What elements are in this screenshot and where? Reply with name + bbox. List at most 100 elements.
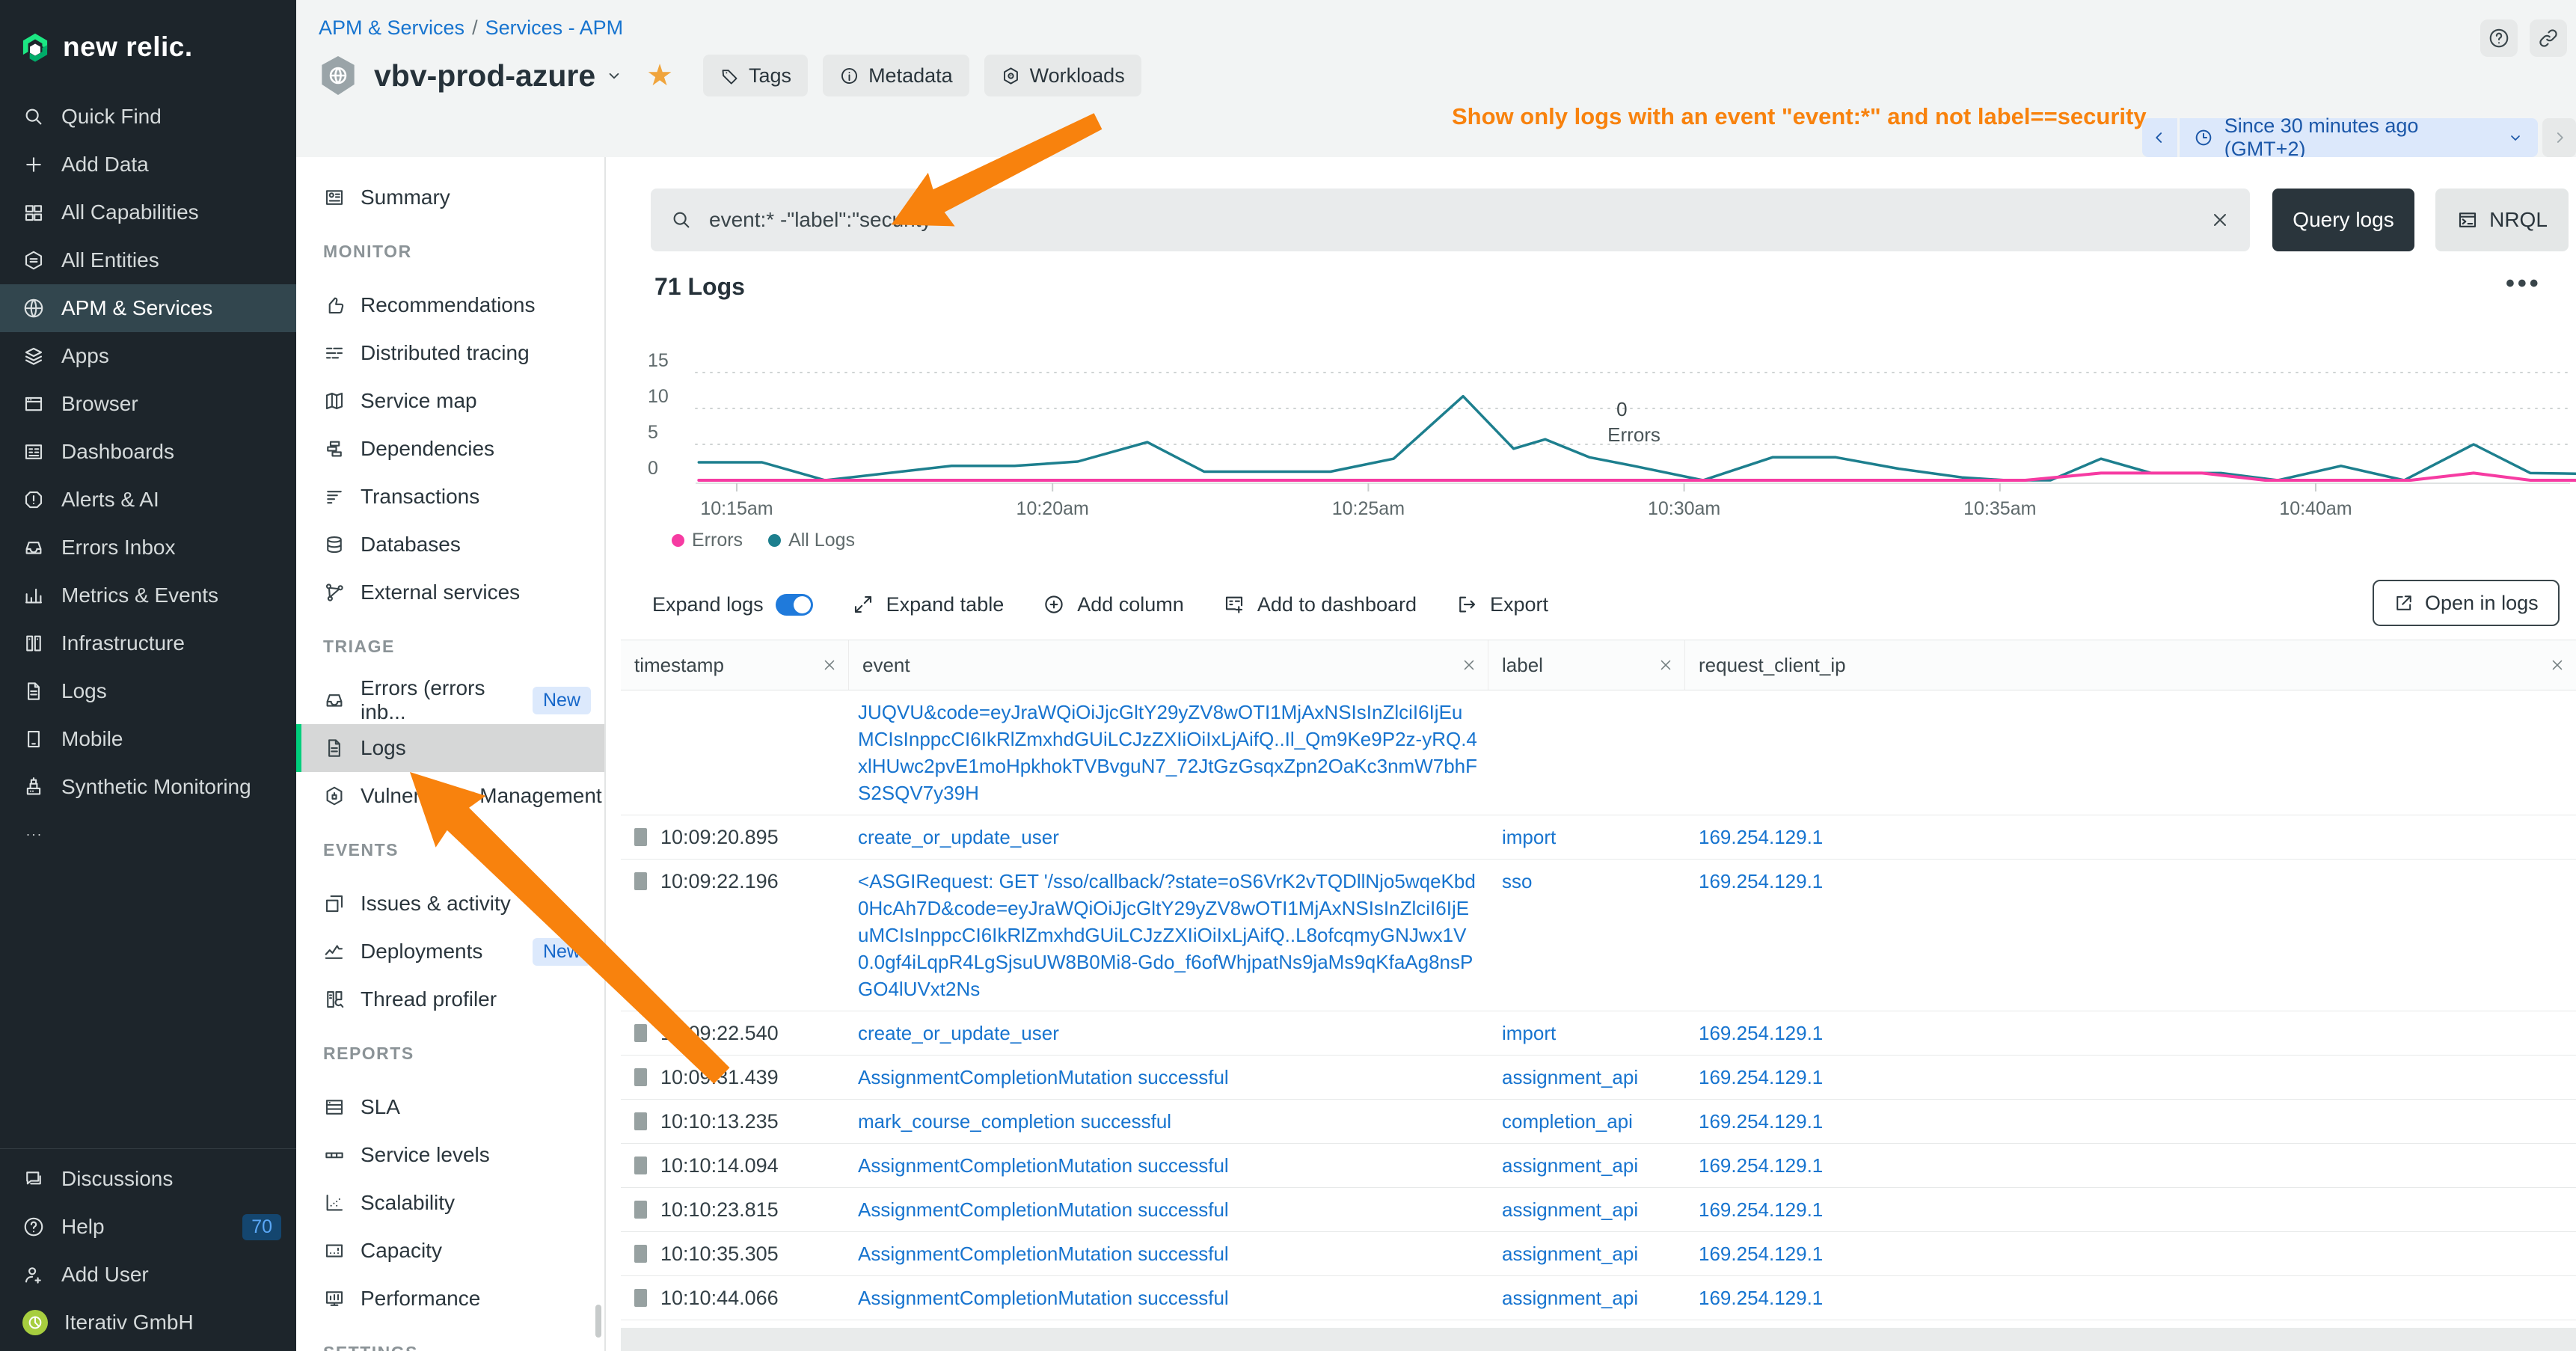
sidebar-item-performance[interactable]: Performance xyxy=(296,1275,604,1323)
panel-more-menu[interactable]: ••• xyxy=(2506,269,2542,298)
sidebar-item-recommendations[interactable]: Recommendations xyxy=(296,281,604,329)
table-row[interactable]: 10:10:13.235 mark_course_completion succ… xyxy=(621,1100,2576,1144)
table-row[interactable]: JUQVU&code=eyJraWQiOiJjcGltY29yZV8wOTI1M… xyxy=(621,690,2576,815)
global-nav-item-dashboards[interactable]: Dashboards xyxy=(0,428,296,476)
sidebar-item-dependencies[interactable]: Dependencies xyxy=(296,425,604,473)
label-link[interactable]: completion_api xyxy=(1502,1110,1633,1133)
ip-link[interactable]: 169.254.129.1 xyxy=(1699,1154,1823,1177)
label-link[interactable]: assignment_api xyxy=(1502,1154,1638,1177)
help-button[interactable] xyxy=(2480,19,2518,57)
table-row[interactable]: 10:09:22.540 create_or_update_user impor… xyxy=(621,1011,2576,1056)
legend-item-all-logs[interactable]: All Logs xyxy=(768,530,855,551)
ip-link[interactable]: 169.254.129.1 xyxy=(1699,1198,1823,1221)
sidebar-item-thread-profiler[interactable]: Thread profiler xyxy=(296,975,604,1023)
table-row[interactable]: 10:10:14.094 AssignmentCompletionMutatio… xyxy=(621,1144,2576,1188)
global-nav-item-metrics-events[interactable]: Metrics & Events xyxy=(0,572,296,619)
global-nav-item-iterativ-gmbh[interactable]: Iterativ GmbH xyxy=(0,1299,296,1347)
chip-metadata[interactable]: Metadata xyxy=(823,55,969,96)
event-link[interactable]: AssignmentCompletionMutation successful xyxy=(858,1066,1229,1088)
label-link[interactable]: import xyxy=(1502,1022,1556,1044)
chip-tags[interactable]: Tags xyxy=(703,55,808,96)
sidebar-item-databases[interactable]: Databases xyxy=(296,521,604,569)
label-link[interactable]: sso xyxy=(1502,870,1532,892)
favorite-star-icon[interactable]: ★ xyxy=(646,61,673,91)
sidebar-scrollbar[interactable] xyxy=(595,1305,601,1338)
open-in-logs-button[interactable]: Open in logs xyxy=(2373,580,2560,626)
time-forward-button[interactable] xyxy=(2542,118,2576,157)
sidebar-item-summary[interactable]: Summary xyxy=(296,174,604,221)
global-nav-item-errors-inbox[interactable]: Errors Inbox xyxy=(0,524,296,572)
breadcrumb-services-apm[interactable]: Services - APM xyxy=(485,16,624,39)
label-link[interactable]: import xyxy=(1502,826,1556,848)
sidebar-item-transactions[interactable]: Transactions xyxy=(296,473,604,521)
global-nav-item-help[interactable]: Help70 xyxy=(0,1203,296,1251)
global-nav-item-quick-find[interactable]: Quick Find xyxy=(0,93,296,141)
table-row[interactable]: 10:09:31.439 AssignmentCompletionMutatio… xyxy=(621,1056,2576,1100)
label-link[interactable]: assignment_api xyxy=(1502,1066,1638,1088)
breadcrumb-apm-services[interactable]: APM & Services xyxy=(319,16,464,39)
clear-query-button[interactable] xyxy=(2209,209,2230,230)
remove-column-icon[interactable] xyxy=(821,657,838,673)
new-relic-logo[interactable]: new relic. xyxy=(0,0,296,75)
ip-link[interactable]: 169.254.129.1 xyxy=(1699,870,1823,892)
export-button[interactable]: Export xyxy=(1456,593,1548,616)
label-link[interactable]: assignment_api xyxy=(1502,1287,1638,1309)
expand-table-button[interactable]: Expand table xyxy=(852,593,1005,616)
global-nav-item-all-capabilities[interactable]: All Capabilities xyxy=(0,189,296,236)
sidebar-item-deployments[interactable]: DeploymentsNew xyxy=(296,928,604,975)
sidebar-item-errors-errors-inb[interactable]: Errors (errors inb...New xyxy=(296,676,604,724)
label-link[interactable]: assignment_api xyxy=(1502,1198,1638,1221)
ip-link[interactable]: 169.254.129.1 xyxy=(1699,1110,1823,1133)
sidebar-item-vulnerability-management[interactable]: Vulnerability Management xyxy=(296,772,604,820)
sidebar-item-scalability[interactable]: Scalability xyxy=(296,1179,604,1227)
event-link[interactable]: JUQVU&code=eyJraWQiOiJjcGltY29yZV8wOTI1M… xyxy=(858,701,1477,804)
event-link[interactable]: create_or_update_user xyxy=(858,826,1059,848)
ip-link[interactable]: 169.254.129.1 xyxy=(1699,1022,1823,1044)
sidebar-item-sla[interactable]: SLA xyxy=(296,1083,604,1131)
event-link[interactable]: <ASGIRequest: GET '/sso/callback/?state=… xyxy=(858,870,1476,1000)
event-link[interactable]: AssignmentCompletionMutation successful xyxy=(858,1154,1229,1177)
global-nav-item-logs[interactable]: Logs xyxy=(0,667,296,715)
event-link[interactable]: AssignmentCompletionMutation successful xyxy=(858,1243,1229,1265)
global-nav-item-browser[interactable]: Browser xyxy=(0,380,296,428)
ip-link[interactable]: 169.254.129.1 xyxy=(1699,826,1823,848)
label-link[interactable]: assignment_api xyxy=(1502,1243,1638,1265)
event-link[interactable]: create_or_update_user xyxy=(858,1022,1059,1044)
time-back-button[interactable] xyxy=(2142,118,2177,157)
global-nav-item-apm-services[interactable]: APM & Services xyxy=(0,284,296,332)
sidebar-item-capacity[interactable]: Capacity xyxy=(296,1227,604,1275)
global-nav-item-alerts-ai[interactable]: Alerts & AI xyxy=(0,476,296,524)
event-link[interactable]: AssignmentCompletionMutation successful xyxy=(858,1287,1229,1309)
sidebar-item-service-levels[interactable]: Service levels xyxy=(296,1131,604,1179)
global-nav-item-mobile[interactable]: Mobile xyxy=(0,715,296,763)
chevron-down-icon[interactable] xyxy=(604,66,624,85)
sidebar-item-distributed-tracing[interactable]: Distributed tracing xyxy=(296,329,604,377)
event-link[interactable]: mark_course_completion successful xyxy=(858,1110,1171,1133)
expand-logs-toggle[interactable] xyxy=(776,594,813,616)
sidebar-item-service-map[interactable]: Service map xyxy=(296,377,604,425)
table-row[interactable]: 10:10:35.305 AssignmentCompletionMutatio… xyxy=(621,1232,2576,1276)
log-query-input[interactable] xyxy=(708,207,2195,233)
add-to-dashboard-button[interactable]: Add to dashboard xyxy=(1223,593,1417,616)
logs-timeseries-chart[interactable]: 05101510:15am10:20am10:25am10:30am10:35a… xyxy=(606,322,2576,569)
table-scroll-track[interactable] xyxy=(621,1328,2576,1351)
sidebar-item-external-services[interactable]: External services xyxy=(296,569,604,616)
remove-column-icon[interactable] xyxy=(2549,657,2566,673)
chip-workloads[interactable]: Workloads xyxy=(984,55,1141,96)
table-row[interactable]: 10:09:22.196 <ASGIRequest: GET '/sso/cal… xyxy=(621,860,2576,1011)
ip-link[interactable]: 169.254.129.1 xyxy=(1699,1243,1823,1265)
global-nav-item-discussions[interactable]: Discussions xyxy=(0,1155,296,1203)
time-range-selector[interactable]: Since 30 minutes ago (GMT+2) xyxy=(2180,118,2539,157)
global-nav-item-synthetic-monitoring[interactable]: Synthetic Monitoring xyxy=(0,763,296,811)
ip-link[interactable]: 169.254.129.1 xyxy=(1699,1066,1823,1088)
global-nav-item-infrastructure[interactable]: Infrastructure xyxy=(0,619,296,667)
event-link[interactable]: AssignmentCompletionMutation successful xyxy=(858,1198,1229,1221)
ip-link[interactable]: 169.254.129.1 xyxy=(1699,1287,1823,1309)
table-row[interactable]: 10:09:20.895 create_or_update_user impor… xyxy=(621,815,2576,860)
remove-column-icon[interactable] xyxy=(1461,657,1477,673)
global-nav-item-apps[interactable]: Apps xyxy=(0,332,296,380)
copy-link-button[interactable] xyxy=(2530,19,2567,57)
global-nav-item-add-data[interactable]: Add Data xyxy=(0,141,296,189)
query-logs-button[interactable]: Query logs xyxy=(2272,189,2414,251)
table-row[interactable]: 10:10:23.815 AssignmentCompletionMutatio… xyxy=(621,1188,2576,1232)
